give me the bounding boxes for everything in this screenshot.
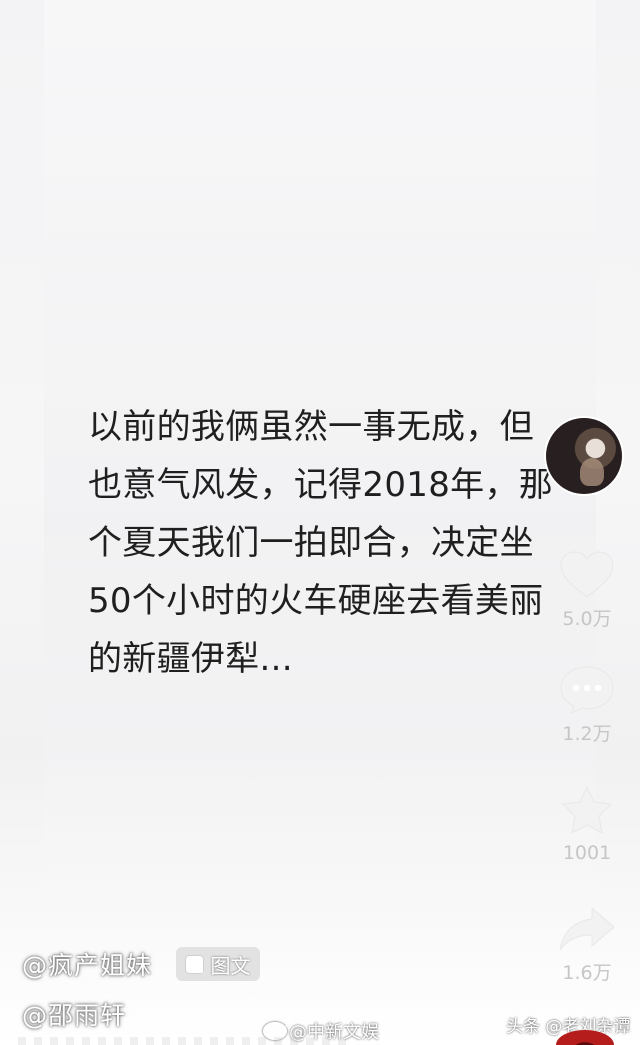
share-button[interactable]: 1.6万 [552, 904, 622, 985]
caption-line-1: 以前的我俩虽然一事无成，但 [88, 407, 534, 447]
image-text-badge[interactable]: 图文 [176, 947, 261, 981]
cropped-bottom-text-strip [18, 1037, 348, 1045]
share-arrow-icon [559, 906, 615, 951]
author-name-link[interactable]: @疯产姐妹 [22, 946, 152, 982]
star-icon [561, 785, 613, 834]
heart-icon [560, 551, 614, 598]
comment-count: 1.2万 [562, 723, 612, 745]
video-description[interactable]: @邵雨轩 [22, 996, 126, 1032]
caption-line-4: 50个小时的火车硬座去看美丽 [88, 581, 544, 621]
image-text-icon [185, 955, 203, 973]
caption-line-2: 也意气风发，记得2018年，那 [88, 465, 554, 505]
like-count: 5.0万 [562, 608, 612, 630]
author-row: @疯产姐妹 图文 [22, 946, 261, 982]
caption-line-5: 的新疆伊犁... [88, 639, 293, 679]
like-button[interactable]: 5.0万 [552, 550, 622, 631]
share-count: 1.6万 [562, 962, 612, 984]
author-avatar[interactable] [546, 418, 622, 494]
comment-button[interactable]: 1.2万 [552, 663, 622, 746]
comment-icon [560, 666, 614, 714]
badge-label: 图文 [210, 953, 251, 978]
favorite-count: 1001 [562, 842, 612, 864]
caption-line-3: 个夏天我们一拍即合，决定坐 [88, 523, 534, 563]
caption-text-block: 以前的我俩虽然一事无成，但 也意气风发，记得2018年，那 个夏天我们一拍即合，… [88, 398, 558, 688]
favorite-button[interactable]: 1001 [552, 784, 622, 864]
video-screen: 以前的我俩虽然一事无成，但 也意气风发，记得2018年，那 个夏天我们一拍即合，… [0, 0, 640, 1045]
